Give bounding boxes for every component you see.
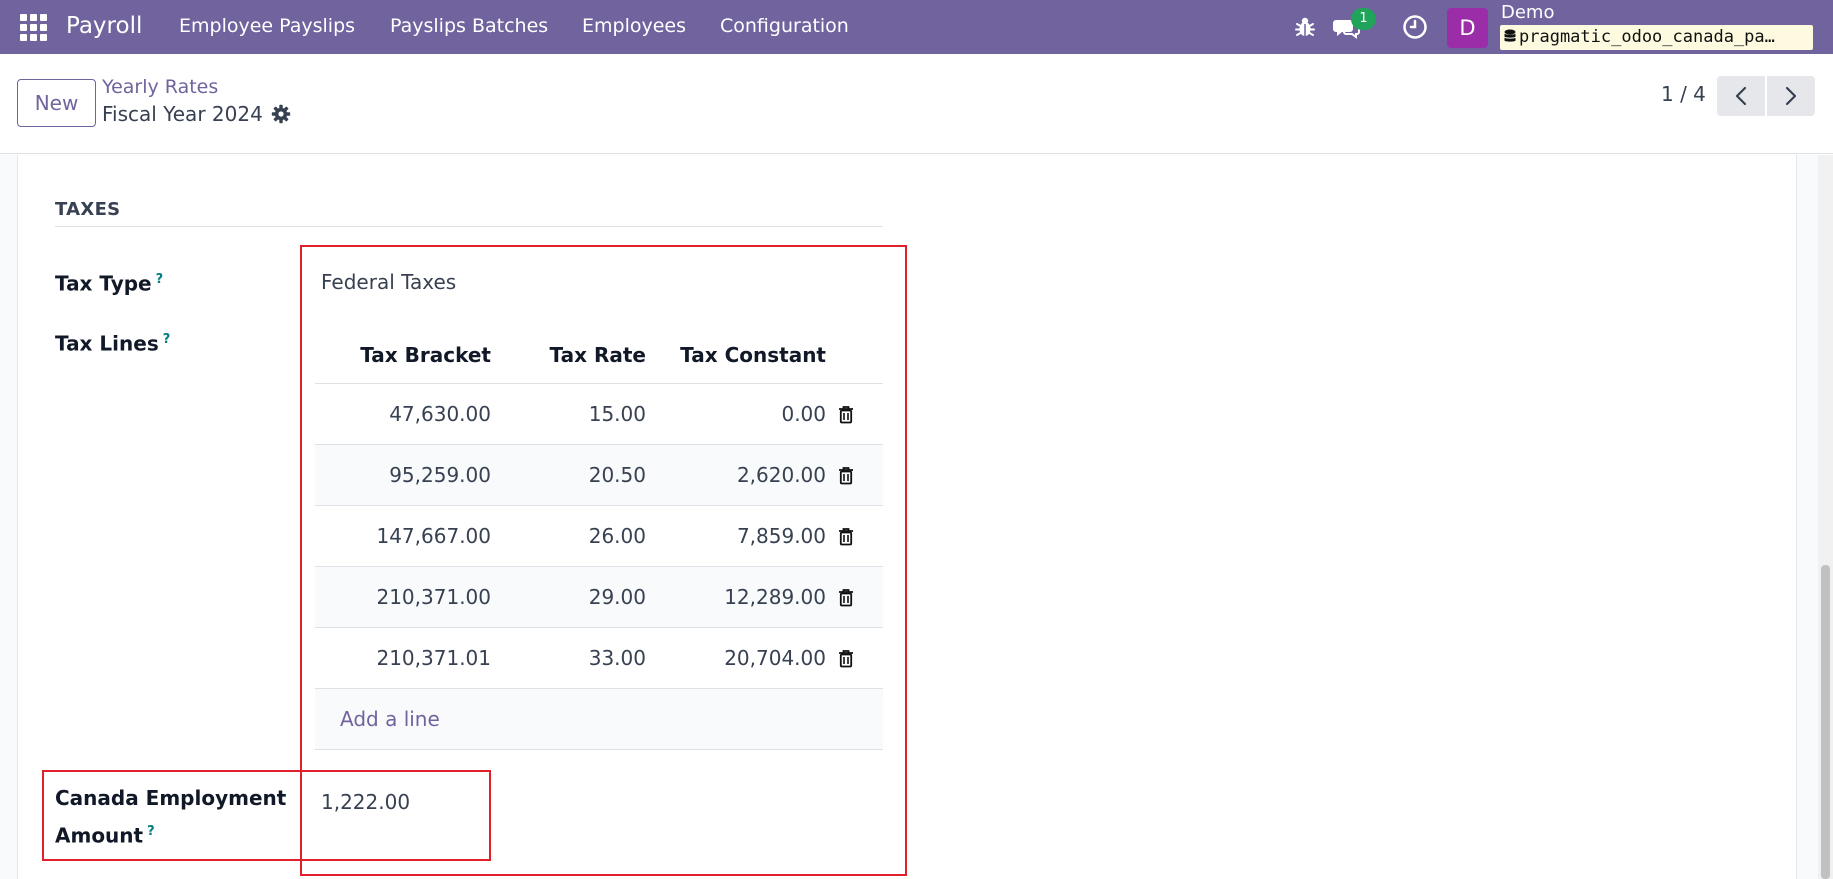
apps-grid-icon[interactable] bbox=[20, 14, 47, 41]
menu-employee-payslips[interactable]: Employee Payslips bbox=[179, 15, 355, 37]
top-navbar: Payroll Employee Payslips Payslips Batch… bbox=[0, 0, 1833, 54]
highlight-box-employment-amount bbox=[42, 770, 491, 861]
scrollbar-thumb[interactable] bbox=[1821, 565, 1830, 879]
database-label: pragmatic_odoo_canada_pa… bbox=[1519, 27, 1775, 47]
breadcrumb-current: Fiscal Year 2024 bbox=[102, 102, 263, 126]
menu-configuration[interactable]: Configuration bbox=[720, 15, 849, 37]
section-divider bbox=[55, 226, 883, 227]
app-name[interactable]: Payroll bbox=[66, 13, 142, 39]
breadcrumb-parent[interactable]: Yearly Rates bbox=[102, 76, 218, 98]
tax-type-label: Tax Type? bbox=[55, 271, 164, 296]
messages-badge: 1 bbox=[1351, 8, 1376, 30]
pager-previous-button[interactable] bbox=[1717, 76, 1765, 116]
pager-next-button[interactable] bbox=[1767, 76, 1815, 116]
new-button[interactable]: New bbox=[17, 79, 96, 127]
gear-icon[interactable] bbox=[271, 104, 291, 128]
tax-lines-help-icon[interactable]: ? bbox=[163, 332, 171, 347]
menu-payslips-batches[interactable]: Payslips Batches bbox=[390, 15, 548, 37]
database-name[interactable]: pragmatic_odoo_canada_pa… bbox=[1500, 25, 1813, 50]
chevron-right-icon bbox=[1785, 86, 1797, 106]
control-panel: New Yearly Rates Fiscal Year 2024 1 / 4 bbox=[0, 54, 1833, 154]
database-icon bbox=[1504, 29, 1516, 42]
bug-icon[interactable] bbox=[1292, 14, 1318, 40]
chevron-left-icon bbox=[1735, 86, 1747, 106]
pager-value: 1 / 4 bbox=[1661, 82, 1706, 106]
tax-type-help-icon[interactable]: ? bbox=[156, 272, 164, 287]
user-name[interactable]: Demo bbox=[1501, 2, 1554, 23]
tax-lines-label: Tax Lines? bbox=[55, 331, 171, 356]
section-title-taxes: TAXES bbox=[55, 199, 121, 220]
menu-employees[interactable]: Employees bbox=[582, 15, 686, 37]
avatar[interactable]: D bbox=[1447, 8, 1488, 48]
clock-icon[interactable] bbox=[1402, 14, 1428, 40]
